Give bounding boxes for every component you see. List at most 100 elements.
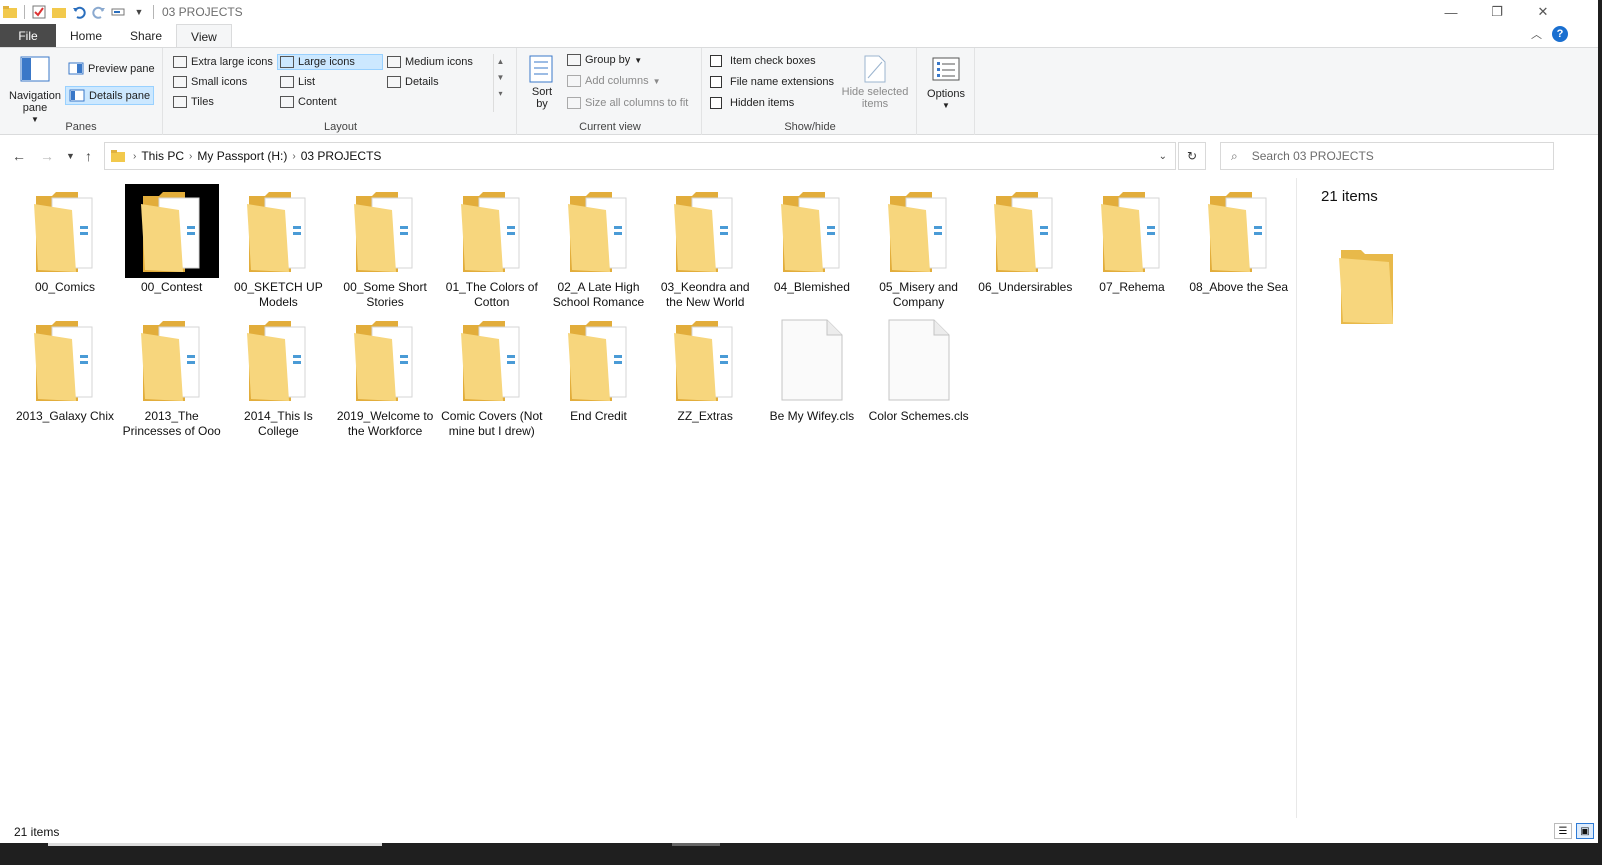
collapse-ribbon-icon[interactable]: ︿ [1531, 26, 1542, 42]
folder-item[interactable]: Comic Covers (Not mine but I drew) [439, 313, 545, 439]
folder-icon [978, 184, 1072, 278]
folder-item[interactable]: 04_Blemished [759, 184, 865, 295]
hidden-items-checkbox[interactable]: Hidden items [710, 97, 794, 109]
help-icon[interactable]: ? [1552, 26, 1568, 42]
size-all-columns-button[interactable]: Size all columns to fit [567, 97, 688, 109]
tab-share[interactable]: Share [116, 24, 176, 47]
folder-item[interactable]: 2013_The Princesses of Ooo [119, 313, 225, 439]
back-arrow-icon[interactable]: ← [12, 148, 26, 164]
properties-icon[interactable] [31, 4, 47, 20]
breadcrumb-separator[interactable]: › [133, 151, 136, 162]
large-icons-option[interactable]: Large icons [277, 54, 383, 70]
show-hide-group-label: Show/hide [784, 121, 836, 133]
quick-access-toolbar: ▼ [0, 0, 156, 24]
navigation-pane-button[interactable]: Navigation pane ▼ [6, 56, 64, 126]
folder-item[interactable]: 00_Contest [119, 184, 225, 295]
folder-item[interactable]: 01_The Colors of Cotton [439, 184, 545, 310]
rename-icon[interactable] [111, 4, 127, 20]
up-arrow-icon[interactable]: ↑ [85, 148, 92, 164]
folder-item[interactable]: 08_Above the Sea [1186, 184, 1292, 295]
tiles-option[interactable]: Tiles [171, 95, 216, 109]
folder-icon [125, 313, 219, 407]
file-name-extensions-checkbox[interactable]: File name extensions [710, 76, 834, 88]
folder-item[interactable]: 03_Keondra and the New World [652, 184, 758, 310]
folder-item[interactable]: End Credit [546, 313, 652, 424]
taskbar-item[interactable] [48, 843, 382, 846]
details-option[interactable]: Details [385, 75, 441, 89]
item-label: 2019_Welcome to the Workforce [336, 409, 434, 438]
layout-scroll[interactable]: ▲ ▼ ▾ [493, 54, 507, 112]
address-bar[interactable]: › This PC › My Passport (H:) › 03 PROJEC… [104, 142, 1176, 170]
redo-icon[interactable] [91, 4, 107, 20]
breadcrumb-my-passport[interactable]: My Passport (H:) [197, 149, 287, 163]
group-by-label: Group by [585, 54, 631, 66]
folder-icon [2, 4, 18, 20]
address-dropdown-chevron-icon[interactable]: ⌄ [1159, 151, 1167, 162]
breadcrumb-separator[interactable]: › [189, 151, 192, 162]
breadcrumb-this-pc[interactable]: This PC [141, 149, 184, 163]
folder-item[interactable]: 2013_Galaxy Chix [12, 313, 118, 424]
folder-icon [18, 184, 112, 278]
refresh-button[interactable]: ↻ [1178, 142, 1206, 170]
customize-toolbar-chevron-icon[interactable]: ▼ [131, 4, 147, 20]
sort-by-button[interactable]: Sort by [527, 54, 557, 110]
breadcrumb-03-projects[interactable]: 03 PROJECTS [301, 149, 382, 163]
status-item-count: 21 items [14, 825, 60, 839]
taskbar-item[interactable] [672, 843, 720, 846]
folder-item[interactable]: 05_Misery and Company [866, 184, 972, 310]
list-option[interactable]: List [278, 75, 317, 89]
file-item[interactable]: Be My Wifey.cls [759, 313, 865, 424]
extra-large-icons-label: Extra large icons [191, 56, 273, 68]
options-button[interactable]: Options ▼ [923, 56, 969, 112]
folder-item[interactable]: 00_SKETCH UP Models [225, 184, 331, 310]
folder-item[interactable]: 2014_This Is College [225, 313, 331, 439]
details-pane-button[interactable]: Details pane [65, 86, 155, 105]
extra-large-icons-option[interactable]: Extra large icons [171, 55, 275, 69]
folder-icon [658, 184, 752, 278]
checkbox-box [710, 55, 722, 67]
details-icon [387, 76, 401, 88]
breadcrumb-separator[interactable]: › [292, 151, 295, 162]
folder-icon [338, 313, 432, 407]
folder-item[interactable]: 02_A Late High School Romance [546, 184, 652, 310]
medium-icons-option[interactable]: Medium icons [385, 55, 475, 69]
item-check-boxes-checkbox[interactable]: Item check boxes [710, 55, 816, 67]
item-label: 00_Comics [34, 280, 96, 294]
undo-icon[interactable] [71, 4, 87, 20]
restore-button[interactable]: ❐ [1474, 0, 1520, 24]
folder-item[interactable]: 06_Undersirables [972, 184, 1078, 295]
checkbox-box [710, 76, 722, 88]
folder-item[interactable]: 00_Comics [12, 184, 118, 295]
separator [24, 5, 25, 19]
options-icon [932, 57, 960, 81]
file-item[interactable]: Color Schemes.cls [866, 313, 972, 424]
details-view-icon[interactable]: ☰ [1554, 823, 1572, 839]
folder-item[interactable]: ZZ_Extras [652, 313, 758, 424]
dropdown-arrow-icon: ▼ [652, 76, 661, 86]
navigation-row: ← → ▼ ↑ › This PC › My Passport (H:) › 0… [0, 140, 1602, 172]
hide-selected-items-button[interactable]: Hide selected items [838, 54, 912, 110]
recent-locations-chevron-icon[interactable]: ▼ [66, 151, 75, 161]
search-box[interactable]: ⌕ Search 03 PROJECTS [1220, 142, 1554, 170]
group-by-button[interactable]: Group by ▼ [567, 54, 642, 66]
list-icon [280, 76, 294, 88]
add-columns-button[interactable]: Add columns ▼ [567, 75, 661, 87]
preview-pane-icon [68, 62, 84, 75]
folder-icon [124, 184, 219, 278]
preview-pane-button[interactable]: Preview pane [66, 60, 157, 77]
tiles-icon [173, 96, 187, 108]
forward-arrow-icon[interactable]: → [40, 148, 54, 164]
folder-item[interactable]: 07_Rehema [1079, 184, 1185, 295]
tab-view[interactable]: View [176, 24, 232, 48]
folder-item[interactable]: 00_Some Short Stories [332, 184, 438, 310]
ribbon-tabs: File Home Share View [0, 24, 1602, 48]
content-option[interactable]: Content [278, 95, 339, 109]
close-button[interactable]: ✕ [1520, 0, 1566, 24]
tab-file[interactable]: File [0, 24, 56, 47]
folder-item[interactable]: 2019_Welcome to the Workforce [332, 313, 438, 439]
new-folder-icon[interactable] [51, 4, 67, 20]
tab-home[interactable]: Home [56, 24, 116, 47]
large-icons-view-icon[interactable]: ▣ [1576, 823, 1594, 839]
minimize-button[interactable]: — [1428, 0, 1474, 24]
small-icons-option[interactable]: Small icons [171, 75, 249, 89]
